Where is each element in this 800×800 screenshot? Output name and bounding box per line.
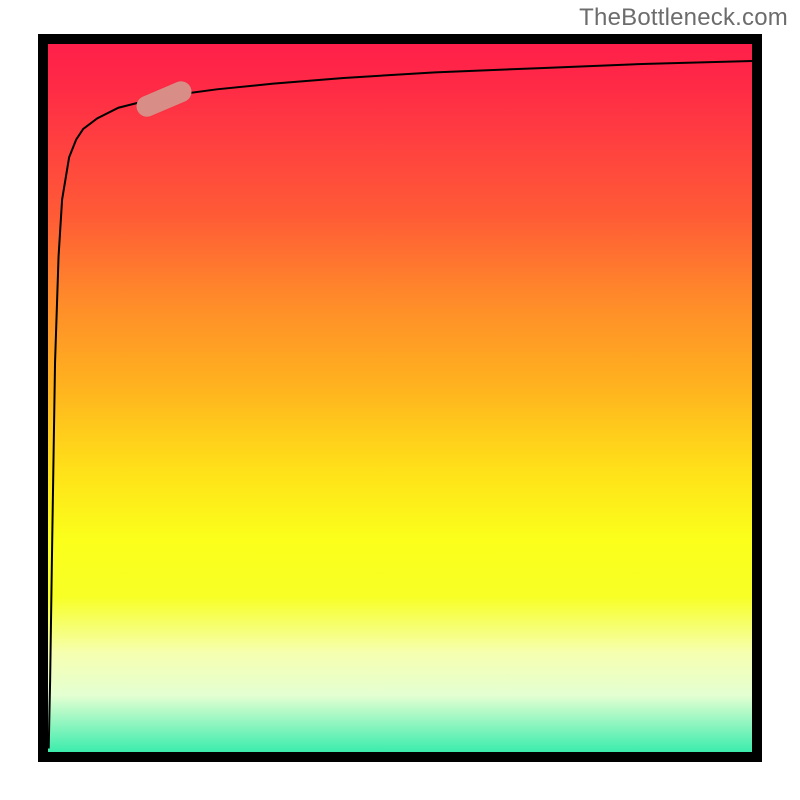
plot-background <box>48 44 752 752</box>
watermark-text: TheBottleneck.com <box>579 4 788 32</box>
chart-container: TheBottleneck.com <box>0 0 800 800</box>
